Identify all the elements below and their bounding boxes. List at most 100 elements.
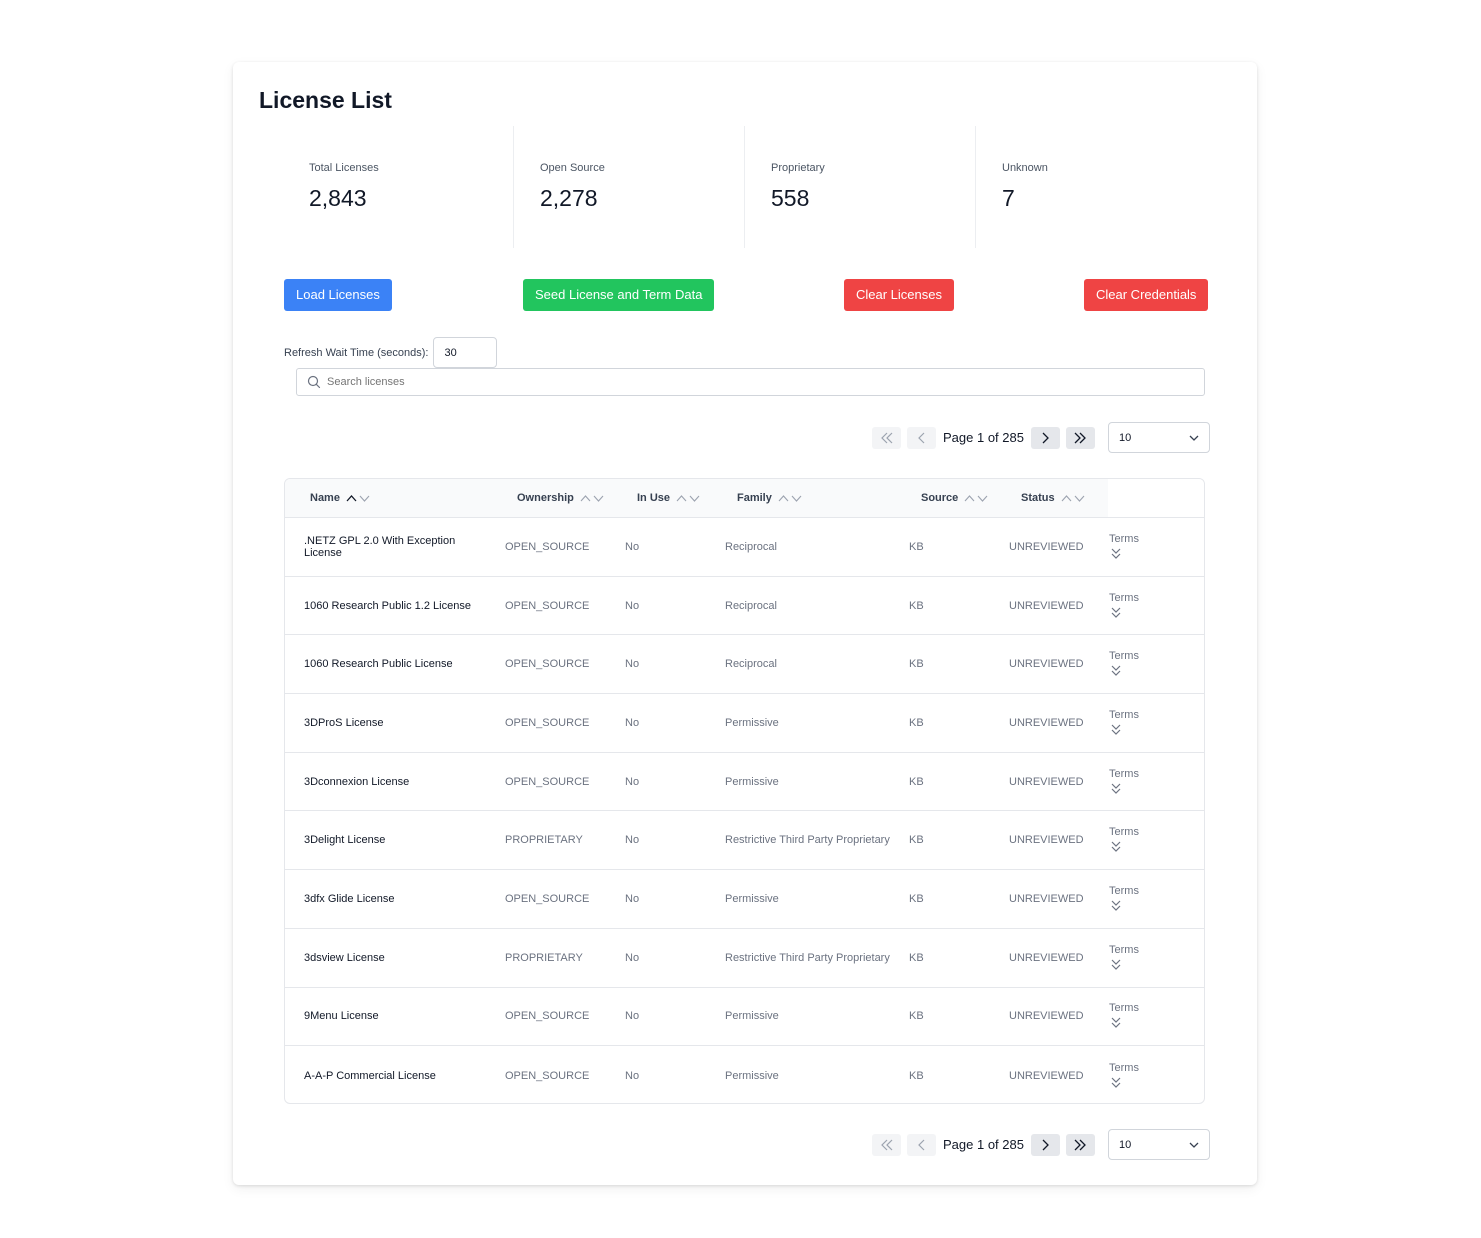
last-page-button[interactable] — [1065, 1133, 1095, 1156]
terms-toggle[interactable]: Terms — [1099, 592, 1139, 620]
terms-label: Terms — [1109, 1061, 1139, 1074]
cell-family: Reciprocal — [725, 658, 777, 671]
cell-in-use: No — [625, 716, 640, 729]
cell-source: KB — [909, 775, 924, 788]
cell-source: KB — [909, 658, 924, 671]
column-header-family[interactable]: Family — [727, 479, 911, 517]
column-header-ownership[interactable]: Ownership — [507, 479, 627, 517]
terms-toggle[interactable]: Terms — [1099, 709, 1139, 737]
next-page-button[interactable] — [1030, 1133, 1060, 1156]
table-row[interactable]: 3Dconnexion License OPEN_SOURCE No Permissi… — [285, 753, 1204, 812]
terms-toggle[interactable]: Terms — [1099, 944, 1139, 972]
cell-in-use: No — [625, 658, 640, 671]
cell-ownership: OPEN_SOURCE — [505, 892, 590, 905]
table-row[interactable]: 3DProS License OPEN_SOURCE No Permissive KB U… — [285, 694, 1204, 753]
next-page-button[interactable] — [1030, 426, 1060, 449]
table-row[interactable]: 3dfx Glide License OPEN_SOURCE No Permissiv… — [285, 870, 1204, 929]
table-row[interactable]: 3dsview License PROPRIETARY No Restrictive … — [285, 929, 1204, 988]
sort-icon — [346, 493, 370, 503]
terms-toggle[interactable]: Terms — [1099, 1002, 1139, 1030]
terms-label: Terms — [1109, 767, 1139, 780]
table-body: .NETZ GPL 2.0 With Exception License OPEN… — [285, 518, 1204, 1103]
table-row[interactable]: A-A-P Commercial License OPEN_SOURCE No Per… — [285, 1046, 1204, 1103]
cell-family: Reciprocal — [725, 540, 777, 553]
cell-source: KB — [909, 892, 924, 905]
terms-toggle[interactable]: Terms — [1099, 650, 1139, 678]
double-chevron-down-icon — [1111, 1017, 1121, 1029]
table-row[interactable]: .NETZ GPL 2.0 With Exception License OPEN… — [285, 518, 1204, 577]
cell-source: KB — [909, 951, 924, 964]
clear-licenses-button[interactable]: Clear Licenses — [844, 279, 954, 311]
refresh-wait-input[interactable] — [433, 337, 498, 368]
cell-ownership: OPEN_SOURCE — [505, 599, 590, 612]
search-input[interactable] — [327, 376, 1177, 388]
stat-value: 2,843 — [309, 185, 367, 211]
table-header: Name Ownership In Use Family Source Stat… — [285, 479, 1204, 518]
cell-in-use: No — [625, 892, 640, 905]
cell-family: Permissive — [725, 1010, 779, 1023]
double-chevron-right-icon — [1075, 432, 1087, 443]
cell-ownership: OPEN_SOURCE — [505, 716, 590, 729]
clear-credentials-button[interactable]: Clear Credentials — [1084, 279, 1209, 311]
terms-toggle[interactable]: Terms — [1099, 826, 1139, 854]
seed-data-button[interactable]: Seed License and Term Data — [523, 279, 715, 311]
search-box[interactable] — [296, 368, 1205, 396]
stat-value: 7 — [1002, 185, 1015, 211]
pagination-bottom: Page 1 of 285 10 — [872, 1129, 1210, 1160]
cell-ownership: OPEN_SOURCE — [505, 775, 590, 788]
column-label: Source — [921, 492, 959, 504]
cell-name: 1060 Research Public License — [304, 658, 453, 671]
cell-ownership: PROPRIETARY — [505, 834, 583, 847]
table-row[interactable]: 1060 Research Public License OPEN_SOURCE N… — [285, 635, 1204, 695]
license-list-card: License List Total Licenses 2,843 Open S… — [233, 62, 1257, 1185]
page-indicator: Page 1 of 285 — [943, 430, 1024, 445]
stat-unknown: Unknown 7 — [976, 126, 1207, 248]
chevron-left-icon — [917, 1139, 924, 1150]
chevron-right-icon — [1043, 1139, 1050, 1150]
prev-page-button[interactable] — [907, 1133, 936, 1156]
column-header-source[interactable]: Source — [911, 479, 1011, 517]
stat-label: Unknown — [1002, 162, 1048, 174]
terms-toggle[interactable]: Terms — [1099, 768, 1139, 796]
terms-toggle[interactable]: Terms — [1099, 533, 1139, 561]
table-row[interactable]: 9Menu License OPEN_SOURCE No Permissive KB UN… — [285, 988, 1204, 1047]
cell-status: UNREVIEWED — [1009, 658, 1084, 671]
cell-family: Permissive — [725, 775, 779, 788]
search-icon — [307, 375, 321, 389]
cell-source: KB — [909, 834, 924, 847]
column-label: Status — [1021, 492, 1055, 504]
cell-ownership: PROPRIETARY — [505, 951, 583, 964]
terms-label: Terms — [1109, 532, 1139, 545]
page-size-select[interactable]: 10 — [1107, 422, 1210, 453]
table-row[interactable]: 1060 Research Public 1.2 License OPEN_SOU… — [285, 577, 1204, 636]
prev-page-button[interactable] — [907, 426, 936, 449]
sort-icon — [778, 493, 802, 503]
double-chevron-down-icon — [1111, 841, 1121, 853]
column-header-status[interactable]: Status — [1011, 479, 1108, 517]
cell-name: 3dsview License — [304, 951, 385, 964]
column-header-in-use[interactable]: In Use — [627, 479, 727, 517]
cell-in-use: No — [625, 599, 640, 612]
sort-icon — [1061, 493, 1085, 503]
double-chevron-left-icon — [880, 1139, 892, 1150]
cell-source: KB — [909, 716, 924, 729]
first-page-button[interactable] — [872, 426, 901, 449]
table-row[interactable]: 3Delight License PROPRIETARY No Restrictive… — [285, 811, 1204, 871]
load-licenses-button[interactable]: Load Licenses — [284, 279, 392, 311]
double-chevron-down-icon — [1111, 548, 1121, 559]
cell-source: KB — [909, 599, 924, 612]
licenses-table: Name Ownership In Use Family Source Stat… — [284, 478, 1205, 1104]
cell-status: UNREVIEWED — [1009, 540, 1084, 553]
terms-toggle[interactable]: Terms — [1099, 885, 1139, 913]
column-label: Ownership — [517, 492, 574, 504]
terms-toggle[interactable]: Terms — [1099, 1062, 1139, 1090]
column-header-terms — [1108, 479, 1204, 517]
last-page-button[interactable] — [1065, 426, 1095, 449]
stat-value: 558 — [771, 185, 810, 211]
double-chevron-down-icon — [1111, 900, 1121, 911]
page-size-select[interactable]: 10 — [1107, 1129, 1210, 1160]
column-header-name[interactable]: Name — [285, 479, 507, 517]
column-label: In Use — [637, 492, 671, 504]
first-page-button[interactable] — [872, 1133, 901, 1156]
cell-status: UNREVIEWED — [1009, 834, 1084, 847]
